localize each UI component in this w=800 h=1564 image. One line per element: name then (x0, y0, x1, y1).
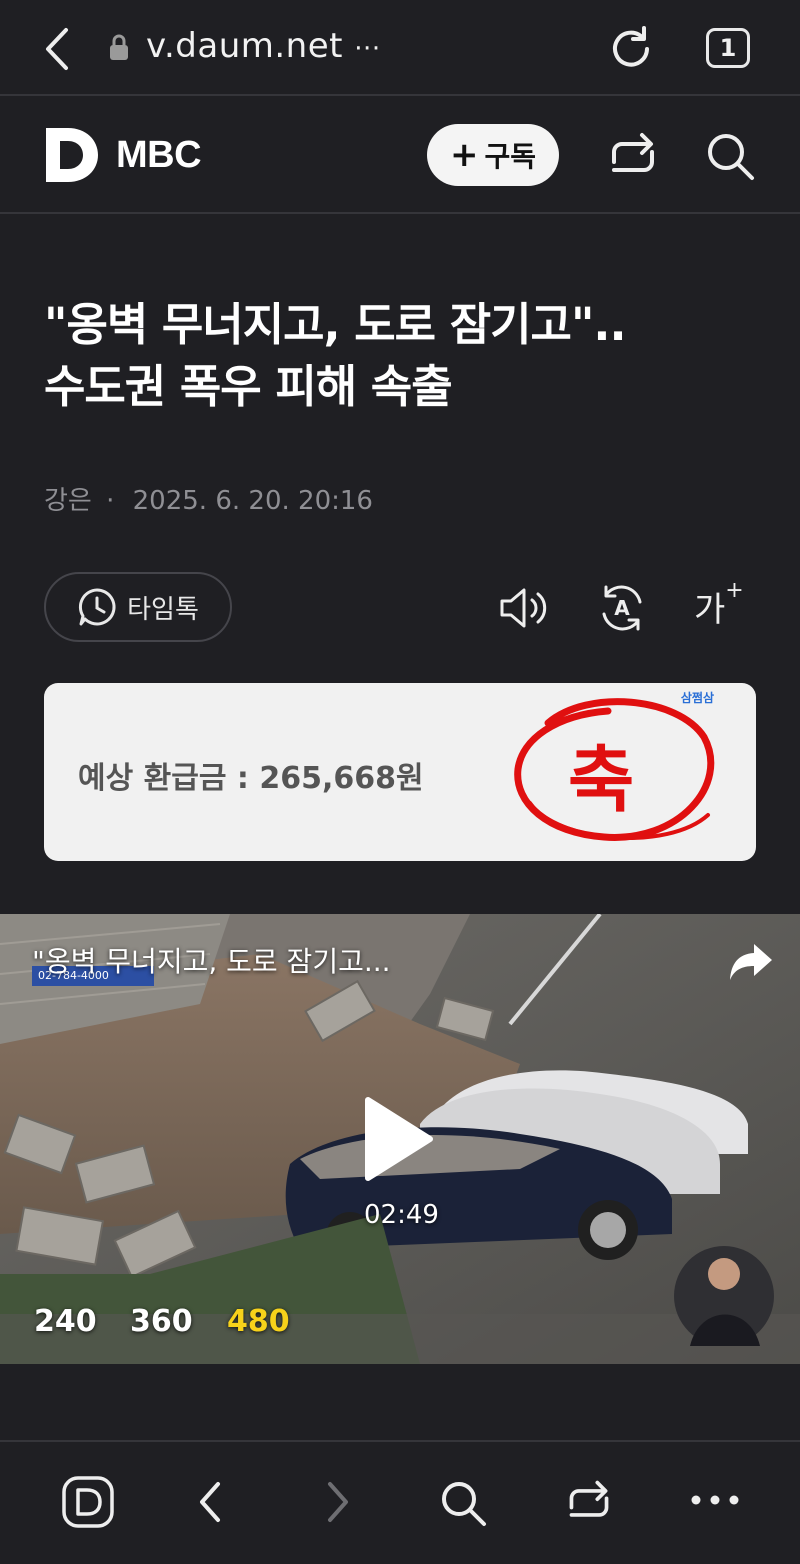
svg-text:A: A (614, 596, 630, 620)
font-size-label: 가 (694, 590, 726, 630)
more-icon[interactable] (690, 1490, 740, 1510)
tab-count-button[interactable]: 1 (706, 28, 750, 68)
translate-icon[interactable]: A (596, 582, 648, 634)
site-header: MBC + 구독 (0, 98, 800, 214)
ad-text: 예상 환급금 : 265,668원 (78, 761, 424, 796)
url-text: v.daum.net (146, 26, 343, 66)
byline-separator: · (106, 486, 115, 516)
plus-icon: + (449, 135, 479, 175)
author-name[interactable]: 강은 (44, 486, 92, 516)
subscribe-label: 구독 (484, 140, 537, 173)
article-headline: "옹벽 무너지고, 도로 잠기고".. 수도권 폭우 피해 속출 (44, 294, 764, 418)
clock-chat-icon (77, 587, 117, 627)
press-name[interactable]: MBC (116, 134, 202, 177)
timetalk-label: 타임톡 (127, 594, 199, 625)
video-duration: 02:49 (364, 1200, 439, 1230)
quality-option-selected[interactable]: 480 (227, 1304, 290, 1339)
byline: 강은 · 2025. 6. 20. 20:16 (44, 480, 373, 517)
nav-back-icon[interactable] (192, 1478, 228, 1526)
share-icon[interactable] (606, 130, 660, 182)
video-player[interactable]: 02-784-4000 "옹벽 무너지고, 도로 잠기고... 02:49 24… (0, 914, 800, 1364)
quality-option[interactable]: 240 (34, 1304, 97, 1339)
font-size-button[interactable]: 가+ (694, 578, 744, 631)
url-field[interactable]: v.daum.net ··· (146, 26, 381, 66)
ad-banner[interactable]: 예상 환급금 : 265,668원 삼쩜삼 축 (44, 683, 756, 861)
publish-date: 2025. 6. 20. 20:16 (132, 486, 373, 516)
timetalk-button[interactable]: 타임톡 (44, 572, 232, 642)
share-arrow-icon[interactable] (728, 942, 774, 982)
nav-share-icon[interactable] (564, 1478, 614, 1526)
headline-line-1: "옹벽 무너지고, 도로 잠기고".. (44, 298, 627, 351)
browser-url-bar: v.daum.net ··· 1 (0, 0, 800, 96)
ad-badge-char: 축 (568, 738, 635, 822)
speaker-icon[interactable] (498, 584, 552, 632)
video-title: "옹벽 무너지고, 도로 잠기고... (32, 945, 391, 978)
tab-count: 1 (719, 34, 737, 62)
plus-icon: + (725, 578, 744, 603)
url-more: ··· (354, 34, 381, 64)
subscribe-button[interactable]: + 구독 (427, 124, 559, 186)
quality-option[interactable]: 360 (130, 1304, 193, 1339)
headline-line-2: 수도권 폭우 피해 속출 (44, 360, 453, 413)
nav-search-icon[interactable] (438, 1478, 488, 1528)
lock-icon (108, 34, 130, 62)
reload-icon[interactable] (606, 24, 656, 74)
search-icon[interactable] (704, 130, 758, 184)
back-icon[interactable] (38, 24, 78, 74)
play-icon[interactable] (362, 1094, 434, 1184)
nav-forward-icon[interactable] (320, 1478, 356, 1526)
daum-logo-icon[interactable] (46, 128, 98, 182)
bottom-navigation (0, 1440, 800, 1564)
daum-home-icon[interactable] (62, 1476, 114, 1528)
